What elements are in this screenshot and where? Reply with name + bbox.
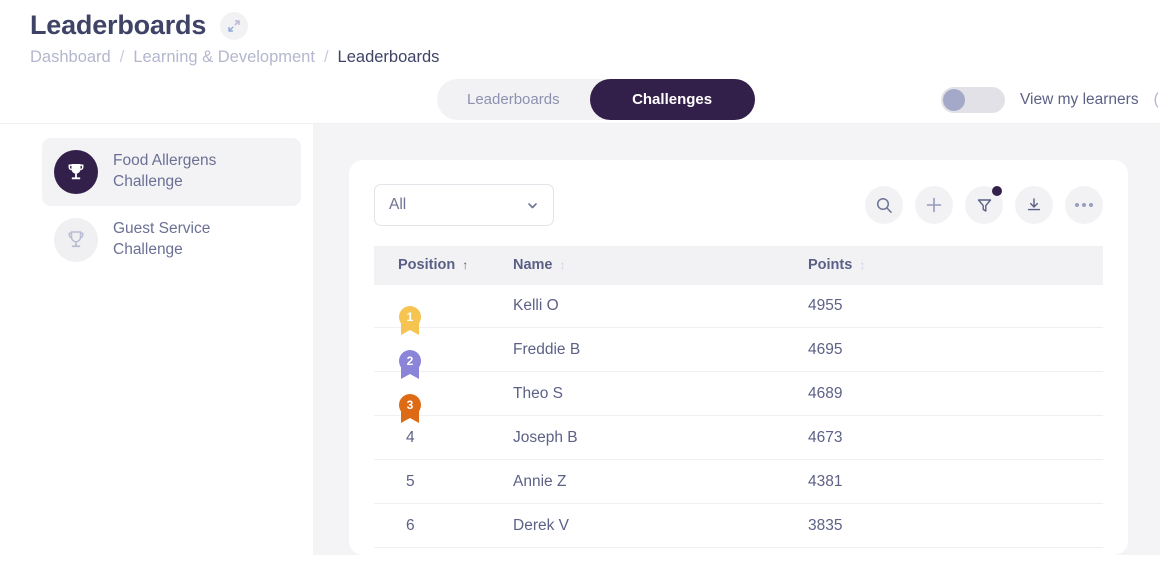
sort-ascending-icon: ↑: [462, 258, 469, 272]
sort-none-icon: ↕: [559, 258, 566, 272]
medal-rank-number: 2: [399, 349, 421, 372]
content-area: All Position ↑ Name ↕ Points ↕ 1 Kelli O…: [313, 124, 1160, 555]
cell-name: Kelli O: [513, 297, 559, 314]
scope-select[interactable]: All: [374, 184, 554, 226]
view-my-learners-toggle[interactable]: [941, 87, 1005, 113]
filter-icon[interactable]: [965, 186, 1003, 224]
cell-name: Derek V: [513, 516, 569, 534]
trophy-icon: [54, 218, 98, 262]
more-dots-glyph: [1075, 203, 1093, 207]
trophy-glyph: [68, 231, 84, 248]
tab-leaderboards[interactable]: Leaderboards: [437, 79, 590, 120]
column-header-points[interactable]: Points ↕: [808, 257, 968, 273]
column-header-name-label: Name: [513, 257, 553, 273]
cell-points: 3835: [808, 516, 843, 534]
table-row[interactable]: 6 Derek V 3835: [374, 504, 1103, 548]
sidebar-item-label-line1: Food Allergens: [113, 152, 217, 170]
sidebar-item-label: Food Allergens Challenge: [113, 151, 216, 192]
medal-rank-number: 1: [399, 306, 421, 328]
breadcrumb-item-leaderboards: Leaderboards: [337, 48, 440, 66]
table-row[interactable]: 4 Joseph B 4673: [374, 416, 1103, 460]
sidebar-item-label-line2: Challenge: [113, 173, 183, 190]
leaderboard-card: All Position ↑ Name ↕ Points ↕ 1 Kelli O…: [349, 160, 1128, 555]
medal-rank-number: 3: [399, 393, 421, 416]
column-header-name[interactable]: Name ↕: [513, 257, 808, 273]
download-glyph: [1027, 198, 1041, 211]
cell-name: Freddie B: [513, 340, 581, 358]
table-body: 1 Kelli O 4955 2 Freddie B 4695 3 Theo S 4689 4 Jo…: [374, 284, 1103, 548]
search-glyph: [876, 197, 892, 213]
trophy-icon: [54, 150, 98, 194]
column-header-position[interactable]: Position ↑: [398, 257, 513, 273]
expand-arrows-icon[interactable]: [220, 11, 249, 40]
column-header-points-label: Points: [808, 257, 853, 273]
cell-name: Annie Z: [513, 472, 567, 490]
breadcrumb-item-learning-development[interactable]: Learning & Development: [133, 48, 315, 67]
view-my-learners-label: View my learners: [1020, 91, 1139, 108]
cell-points: 4689: [808, 384, 843, 402]
chevron-down-icon: [528, 202, 537, 208]
toggle-knob: [943, 89, 965, 111]
table-header-row: Position ↑ Name ↕ Points ↕: [374, 246, 1103, 284]
table-row[interactable]: 1 Kelli O 4955: [374, 284, 1103, 335]
leaderboard-table: Position ↑ Name ↕ Points ↕ 1 Kelli O 4955 2…: [374, 246, 1103, 548]
tab-group: Leaderboards Challenges: [437, 79, 755, 120]
sidebar-item-food-allergens-challenge[interactable]: Food Allergens Challenge: [42, 138, 301, 206]
download-icon[interactable]: [1015, 186, 1053, 224]
truncated-text: (: [1153, 91, 1159, 108]
challenge-sidebar: Food Allergens Challenge Guest Service C…: [30, 124, 313, 555]
sidebar-item-label-line2: Challenge: [113, 241, 183, 258]
body-area: Food Allergens Challenge Guest Service C…: [0, 123, 1160, 555]
sidebar-item-label-line1: Guest Service: [113, 220, 211, 238]
cell-name: Theo S: [513, 384, 563, 402]
cell-points: 4673: [808, 428, 843, 446]
plus-glyph: [926, 197, 942, 213]
expand-arrows-glyph: [228, 19, 240, 32]
sidebar-item-label: Guest Service Challenge: [113, 219, 210, 260]
view-my-learners-control: View my learners (: [941, 87, 1159, 113]
scope-select-value: All: [389, 196, 407, 213]
breadcrumb: Dashboard / Learning & Development / Lea…: [30, 48, 1160, 67]
page-title: Leaderboards: [30, 10, 207, 40]
toolbar-actions: [865, 186, 1103, 224]
table-row[interactable]: 3 Theo S 4689: [374, 372, 1103, 423]
table-row[interactable]: 2 Freddie B 4695: [374, 328, 1103, 379]
sort-none-icon: ↕: [859, 258, 866, 272]
breadcrumb-separator: /: [119, 48, 125, 66]
tab-challenges[interactable]: Challenges: [589, 79, 755, 120]
cell-points: 4695: [808, 340, 843, 358]
cell-position: 6: [406, 516, 415, 534]
cell-position: 5: [406, 472, 415, 490]
cell-points: 4955: [808, 297, 843, 314]
search-icon[interactable]: [865, 186, 903, 224]
column-header-position-label: Position: [398, 257, 456, 273]
table-row[interactable]: 5 Annie Z 4381: [374, 460, 1103, 504]
sidebar-item-guest-service-challenge[interactable]: Guest Service Challenge: [42, 206, 301, 274]
table-toolbar: All: [374, 184, 1103, 226]
cell-position: 4: [406, 428, 415, 446]
page-header: Leaderboards Dashboard / Learning & Deve…: [0, 0, 1160, 67]
breadcrumb-item-dashboard[interactable]: Dashboard: [30, 48, 111, 67]
cell-points: 4381: [808, 472, 843, 490]
more-options-icon[interactable]: [1065, 186, 1103, 224]
filter-funnel-glyph: [977, 198, 991, 212]
filter-active-badge: [992, 186, 1002, 196]
cell-name: Joseph B: [513, 428, 578, 446]
trophy-glyph: [68, 164, 84, 180]
breadcrumb-separator: /: [323, 48, 329, 66]
title-row: Leaderboards: [30, 10, 1160, 41]
plus-icon[interactable]: [915, 186, 953, 224]
tab-bar-row: Leaderboards Challenges View my learners…: [0, 79, 1160, 123]
